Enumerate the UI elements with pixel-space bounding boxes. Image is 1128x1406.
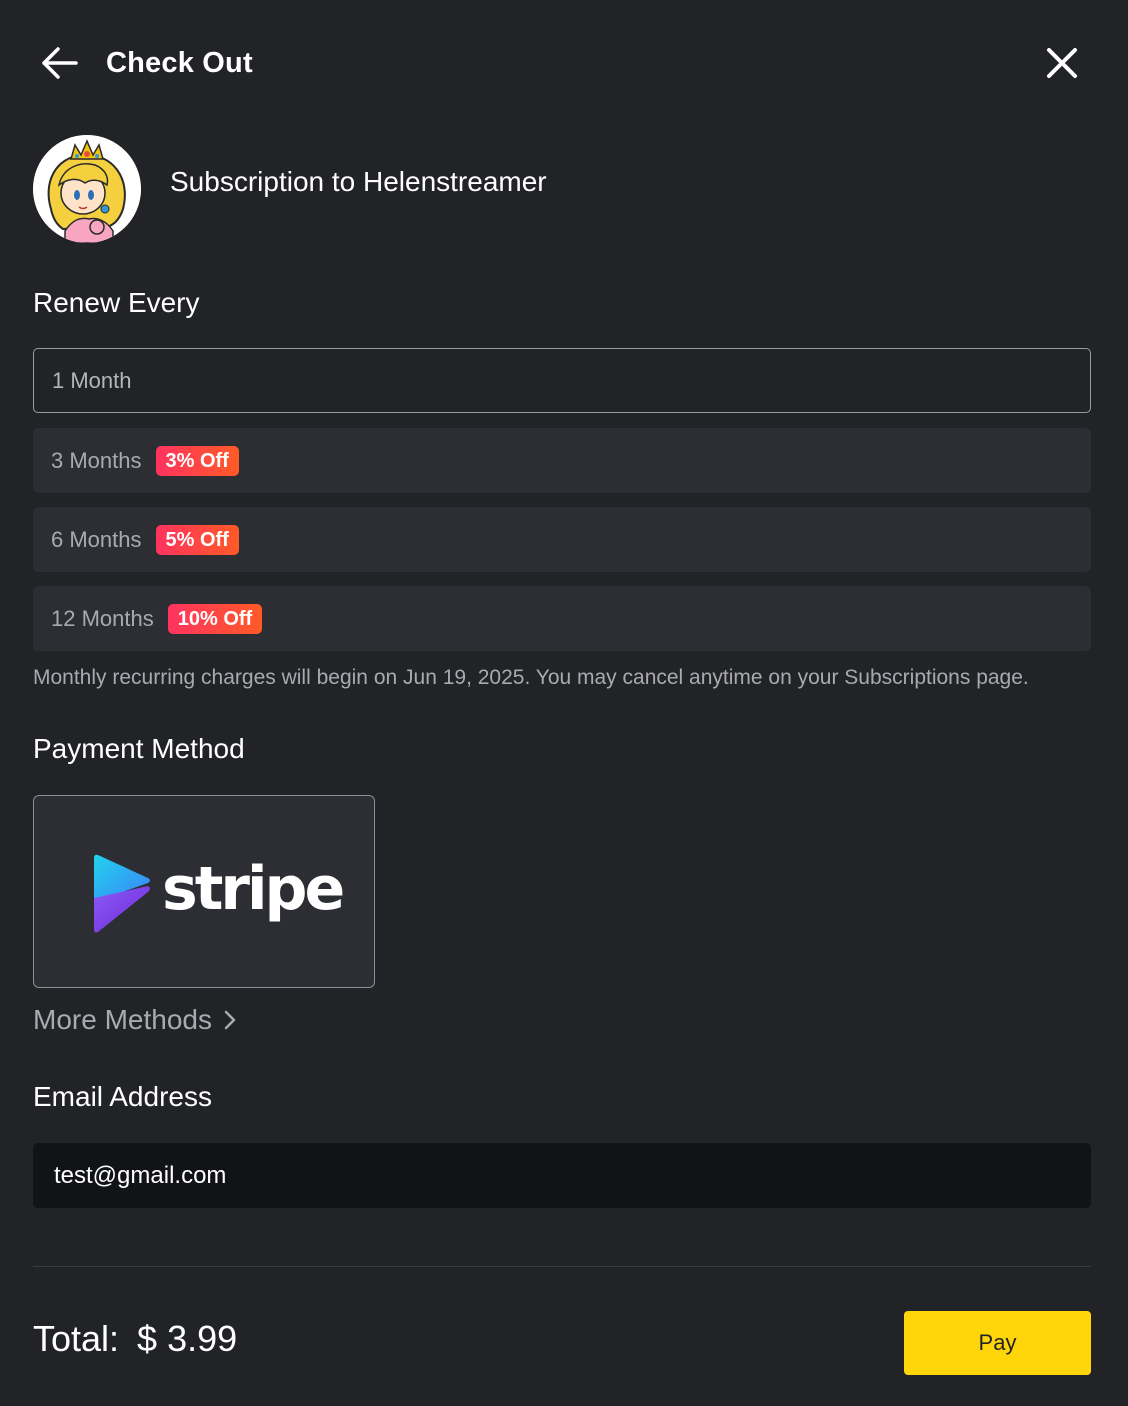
avatar bbox=[33, 135, 141, 243]
option-label: 6 Months bbox=[51, 526, 142, 552]
renew-option-3-months[interactable]: 3 Months 3% Off bbox=[33, 428, 1091, 493]
arrow-left-icon bbox=[42, 47, 78, 79]
total-label: Total: bbox=[33, 1318, 120, 1359]
renew-option-6-months[interactable]: 6 Months 5% Off bbox=[33, 507, 1091, 572]
stripe-mark-icon bbox=[94, 854, 150, 933]
option-label: 3 Months bbox=[51, 447, 142, 473]
more-methods-label: More Methods bbox=[33, 1004, 212, 1035]
renew-heading: Renew Every bbox=[33, 287, 200, 318]
renew-option-12-months[interactable]: 12 Months 10% Off bbox=[33, 586, 1091, 651]
stripe-wordmark: stripe bbox=[162, 854, 345, 924]
header: Check Out bbox=[0, 0, 1128, 126]
page-title: Check Out bbox=[106, 47, 253, 79]
email-field[interactable] bbox=[33, 1143, 1091, 1208]
payment-method-stripe[interactable]: stripe bbox=[33, 795, 375, 988]
discount-badge: 3% Off bbox=[155, 445, 239, 476]
stripe-logo: stripe bbox=[90, 852, 345, 934]
pay-button[interactable]: Pay bbox=[904, 1311, 1091, 1375]
subscription-title: Subscription to Helenstreamer bbox=[170, 166, 547, 197]
checkout-page: Check Out Subscription to Helenstreamer … bbox=[0, 0, 1128, 1406]
discount-badge: 10% Off bbox=[167, 603, 263, 634]
chevron-right-icon bbox=[224, 1010, 236, 1030]
discount-badge: 5% Off bbox=[155, 524, 239, 555]
email-heading: Email Address bbox=[33, 1081, 212, 1112]
total-amount: $ 3.99 bbox=[137, 1318, 238, 1359]
princess-peach-avatar-icon bbox=[33, 135, 141, 243]
option-label: 12 Months bbox=[51, 605, 154, 631]
payment-heading: Payment Method bbox=[33, 733, 245, 764]
renew-option-1-month[interactable]: 1 Month bbox=[33, 348, 1091, 413]
back-button[interactable] bbox=[38, 44, 80, 82]
more-methods-link[interactable]: More Methods bbox=[33, 1002, 238, 1038]
close-button[interactable] bbox=[1043, 44, 1081, 82]
recurring-note: Monthly recurring charges will begin on … bbox=[33, 666, 1029, 689]
total: Total: $ 3.99 bbox=[33, 1318, 237, 1360]
divider bbox=[33, 1266, 1091, 1267]
close-icon bbox=[1047, 48, 1077, 78]
option-label: 1 Month bbox=[52, 367, 132, 393]
